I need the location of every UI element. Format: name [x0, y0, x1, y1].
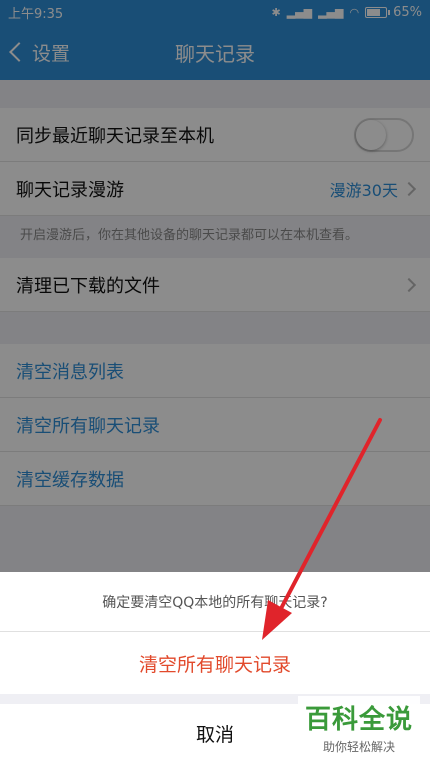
annotation-arrow-line — [273, 418, 382, 622]
annotation-arrow-icon — [262, 418, 382, 640]
watermark-sub-text: 助你轻松解决 — [322, 740, 395, 754]
watermark-main-text: 百科全说 — [304, 705, 413, 735]
annotation-arrow-head — [262, 600, 292, 640]
watermark-logo: 百科全说 助你轻松解决 — [298, 696, 420, 758]
